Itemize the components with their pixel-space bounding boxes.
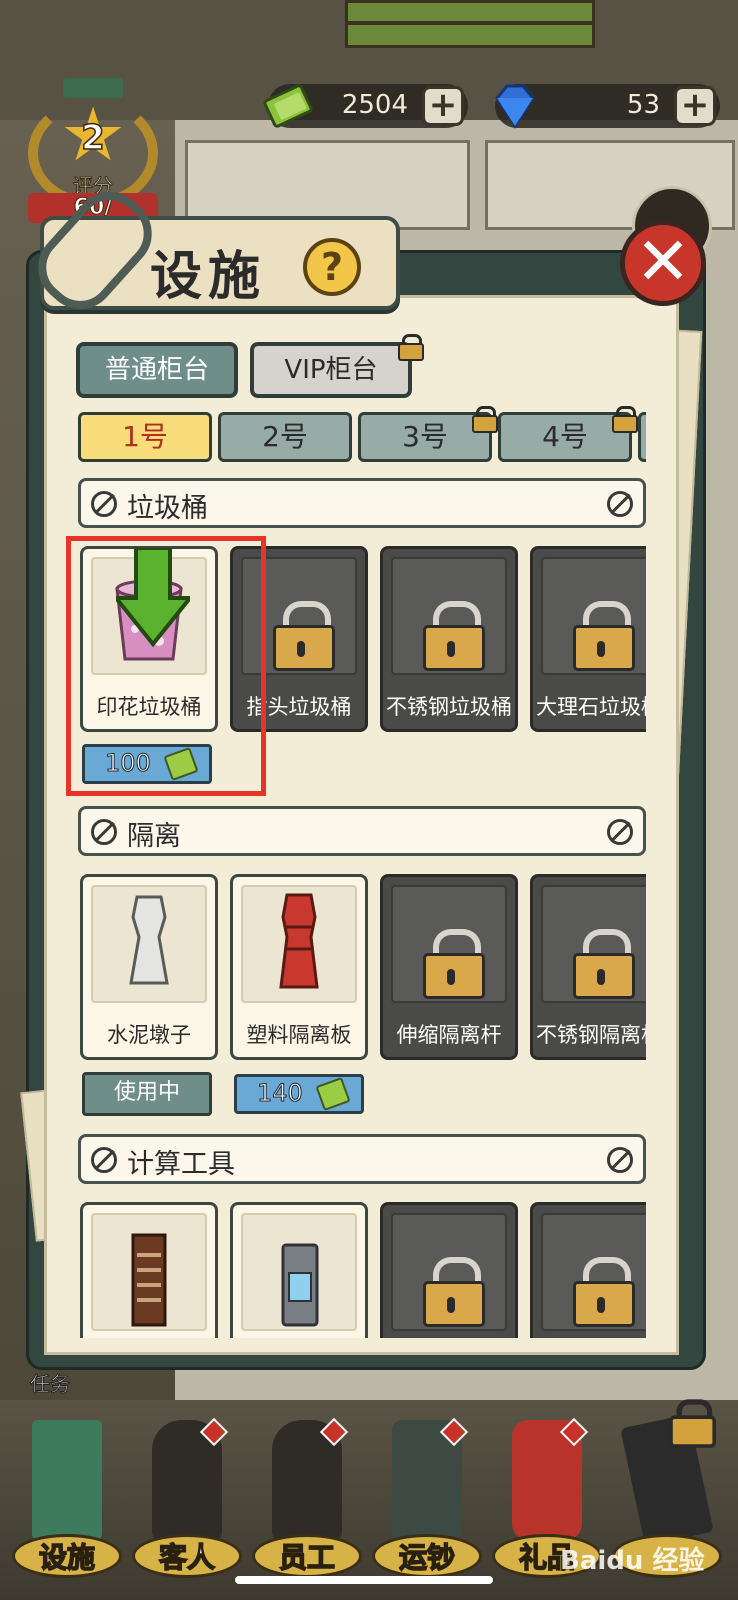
nav-label: 运钞 (398, 1540, 456, 1575)
gem-value: 53 (626, 90, 660, 120)
facility-card[interactable] (230, 1202, 368, 1338)
tab-vip-counter[interactable]: VIP柜台 (250, 342, 412, 398)
isolation-row: 水泥墩子 塑料隔离板 伸缩隔离杆 不锈钢隔离杆 (78, 874, 646, 1066)
keyhole-icon (597, 1297, 605, 1313)
add-gem-button[interactable]: + (674, 86, 716, 126)
nav-label: 员工 (278, 1540, 336, 1575)
price-value: 140 (257, 1079, 304, 1108)
tab-counter-5[interactable] (638, 412, 646, 462)
nav-cash-transport[interactable]: 运钞 (368, 1410, 486, 1586)
cash-value: 2504 (341, 90, 408, 120)
facility-card-locked[interactable]: 不锈钢垃圾桶 (380, 546, 518, 732)
section-title: 隔离 (127, 821, 181, 852)
keyhole-icon (597, 969, 605, 985)
home-indicator[interactable] (235, 1576, 493, 1584)
keyhole-icon (447, 641, 455, 657)
abacus-image (91, 1213, 207, 1331)
facility-name: 不锈钢隔离杆 (536, 1023, 646, 1047)
section-header-trash-bin[interactable]: 垃圾桶 (78, 478, 646, 528)
price-tag[interactable]: 140 (234, 1074, 364, 1114)
add-cash-button[interactable]: + (422, 86, 464, 126)
nav-staff[interactable]: 员工 (248, 1410, 366, 1586)
section-header-calculation-tools[interactable]: 计算工具 (78, 1134, 646, 1184)
keyhole-icon (447, 1297, 455, 1313)
cash-counter: 2504 + (263, 84, 468, 128)
ban-icon[interactable] (607, 491, 633, 517)
help-button[interactable]: ? (303, 238, 361, 296)
ban-icon[interactable] (607, 1147, 633, 1173)
facility-name: 水泥墩子 (107, 1023, 191, 1047)
facility-card-locked[interactable]: 大理石垃圾桶 (530, 546, 646, 732)
gem-counter: 53 + (495, 84, 720, 129)
nav-facilities[interactable]: 设施 (8, 1410, 126, 1586)
task-label[interactable]: 任务 (30, 1368, 71, 1397)
ban-icon[interactable] (607, 819, 633, 845)
facility-name: 塑料隔离板 (246, 1023, 352, 1047)
calculation-tools-row (78, 1202, 646, 1338)
facility-card[interactable] (80, 1202, 218, 1338)
nav-customers[interactable]: 客人 (128, 1410, 246, 1586)
page-title: 设施 (150, 247, 267, 307)
in-use-tag: 使用中 (82, 1072, 212, 1116)
calculator-image (241, 1213, 357, 1331)
close-button[interactable]: ✕ (620, 220, 706, 306)
tab-counter-2[interactable]: 2号 (218, 412, 352, 462)
lock-icon (669, 1399, 716, 1448)
cash-icon (260, 78, 316, 134)
watermark: Baidu 经验 (560, 1546, 705, 1576)
background-shelf (345, 0, 595, 48)
keyhole-icon (447, 969, 455, 985)
facility-name: 伸缩隔离杆 (396, 1023, 502, 1047)
plastic-barrier-image (241, 885, 357, 1003)
facility-name: 大理石垃圾桶 (536, 695, 646, 719)
ban-icon (91, 819, 117, 845)
lock-icon (472, 406, 498, 433)
facility-card-locked[interactable] (530, 1202, 646, 1338)
ban-icon (91, 491, 117, 517)
facility-card-locked[interactable]: 不锈钢隔离杆 (530, 874, 646, 1060)
highlight-annotation (66, 536, 266, 796)
lock-icon (612, 406, 638, 433)
concrete-block-image (91, 885, 207, 1003)
facility-name: 不锈钢垃圾桶 (386, 695, 512, 719)
nav-label: 客人 (158, 1540, 216, 1575)
ban-icon (91, 1147, 117, 1173)
section-title: 垃圾桶 (127, 493, 208, 524)
cash-icon (315, 1076, 351, 1112)
rating-level: 2 (80, 117, 105, 159)
tab-normal-counter[interactable]: 普通柜台 (76, 342, 238, 398)
keyhole-icon (297, 641, 305, 657)
facility-card-locked[interactable] (380, 1202, 518, 1338)
tab-counter-1[interactable]: 1号 (78, 412, 212, 462)
lock-icon (398, 334, 424, 361)
facility-card-locked[interactable]: 伸缩隔离杆 (380, 874, 518, 1060)
facility-card[interactable]: 水泥墩子 (80, 874, 218, 1060)
section-header-isolation[interactable]: 隔离 (78, 806, 646, 856)
atm-icon (32, 1420, 102, 1540)
facility-card[interactable]: 塑料隔离板 (230, 874, 368, 1060)
section-title: 计算工具 (127, 1149, 235, 1180)
keyhole-icon (597, 641, 605, 657)
nav-label: 设施 (38, 1540, 96, 1575)
diamond-icon (487, 78, 543, 134)
counter-number-tabs: 1号 2号 3号 4号 (78, 412, 646, 464)
